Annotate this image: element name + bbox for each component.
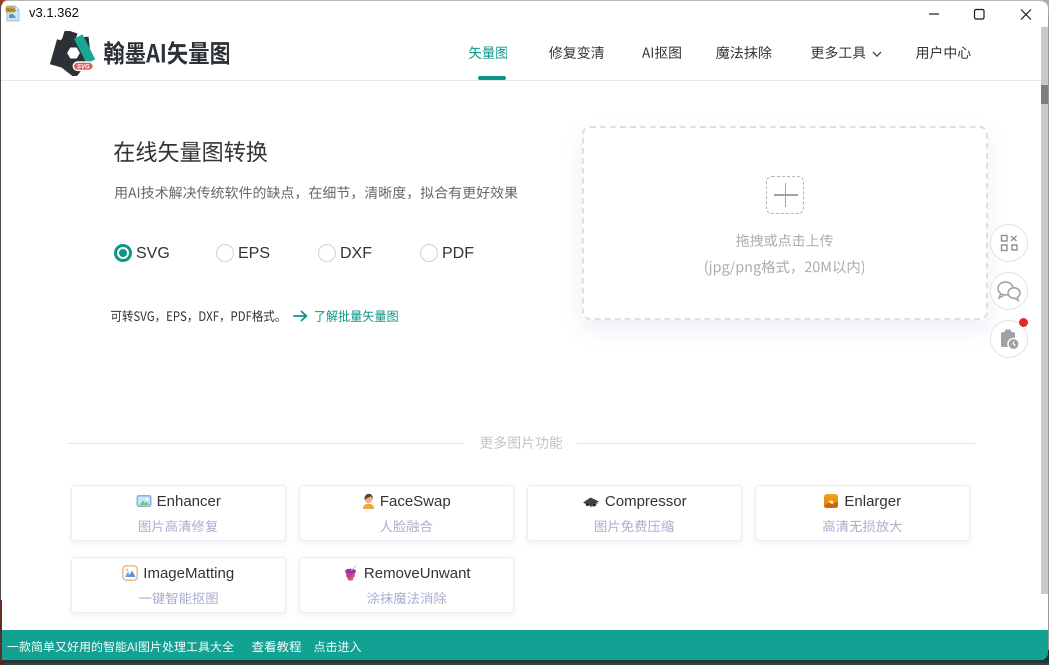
- svg-text:SVG: SVG: [6, 8, 16, 13]
- svg-text:SVG: SVG: [77, 65, 90, 71]
